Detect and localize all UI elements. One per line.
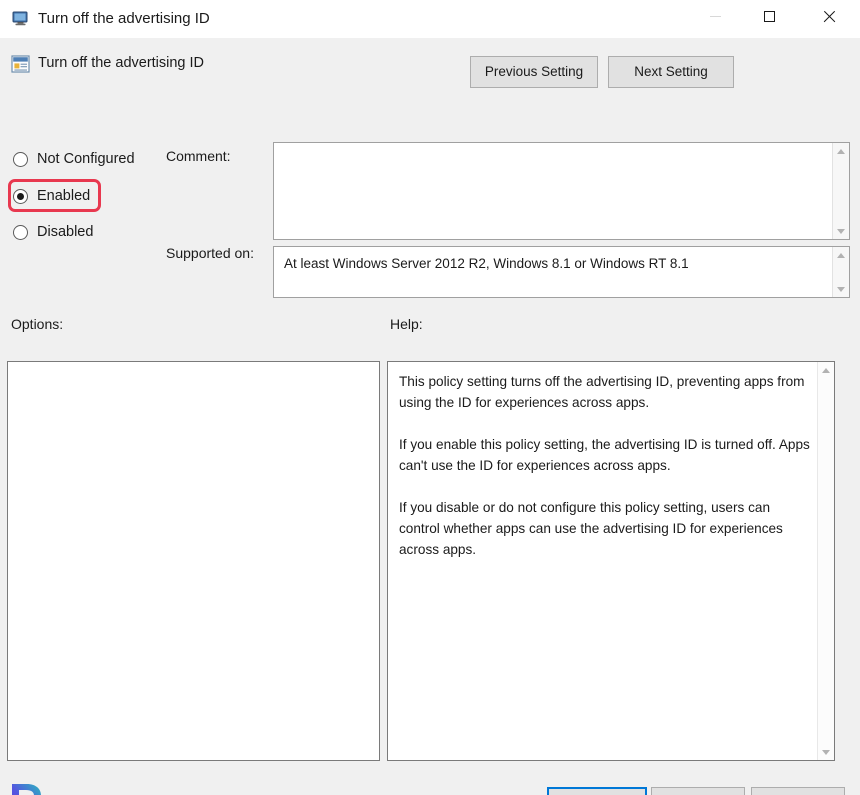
- scroll-up-icon[interactable]: [833, 143, 849, 159]
- supported-on-scrollbar[interactable]: [832, 247, 849, 297]
- title-bar: Turn off the advertising ID: [0, 0, 860, 38]
- comment-input[interactable]: [273, 142, 850, 240]
- maximize-icon: [763, 10, 775, 22]
- window-title: Turn off the advertising ID: [38, 10, 210, 27]
- scroll-down-icon[interactable]: [833, 281, 849, 297]
- help-scrollbar[interactable]: [817, 362, 834, 760]
- previous-setting-button[interactable]: Previous Setting: [470, 56, 598, 88]
- maximize-button[interactable]: [746, 0, 792, 32]
- options-panel[interactable]: [7, 361, 380, 761]
- options-label: Options:: [11, 316, 64, 332]
- scroll-down-icon[interactable]: [833, 223, 849, 239]
- help-paragraph: This policy setting turns off the advert…: [399, 374, 805, 410]
- radio-label-enabled: Enabled: [37, 188, 91, 204]
- supported-on-field[interactable]: At least Windows Server 2012 R2, Windows…: [273, 246, 850, 298]
- help-paragraph: If you enable this policy setting, the a…: [399, 437, 810, 473]
- dialog-content: Turn off the advertising ID Previous Set…: [0, 38, 860, 795]
- watermark-logo: [7, 780, 47, 795]
- monitor-icon: [12, 10, 29, 27]
- next-setting-button[interactable]: Next Setting: [608, 56, 734, 88]
- apply-button[interactable]: Apply: [751, 787, 845, 795]
- ok-button[interactable]: OK: [547, 787, 647, 795]
- comment-label: Comment:: [166, 148, 231, 164]
- scroll-up-icon[interactable]: [833, 247, 849, 263]
- minimize-button[interactable]: [692, 0, 738, 32]
- close-button[interactable]: [805, 0, 851, 32]
- comment-scrollbar[interactable]: [832, 143, 849, 239]
- group-policy-setting-dialog: Turn off the advertising ID Turn off the…: [0, 0, 860, 795]
- radio-not-configured[interactable]: Not Configured: [13, 148, 135, 170]
- supported-on-value: At least Windows Server 2012 R2, Windows…: [284, 256, 689, 271]
- policy-title: Turn off the advertising ID: [38, 55, 205, 71]
- radio-circle-selected-icon: [13, 188, 28, 204]
- scroll-down-icon[interactable]: [818, 744, 834, 760]
- minimize-icon: [709, 15, 721, 17]
- supported-on-label: Supported on:: [166, 245, 254, 261]
- radio-label-disabled: Disabled: [37, 224, 94, 240]
- radio-label-not-configured: Not Configured: [37, 151, 135, 167]
- policy-setting-icon: [11, 55, 31, 74]
- help-content: This policy setting turns off the advert…: [399, 371, 812, 560]
- radio-circle-icon: [13, 151, 28, 167]
- radio-enabled[interactable]: Enabled: [13, 185, 90, 207]
- scroll-up-icon[interactable]: [818, 362, 834, 378]
- help-panel[interactable]: This policy setting turns off the advert…: [387, 361, 835, 761]
- cancel-button[interactable]: Cancel: [651, 787, 745, 795]
- radio-circle-icon: [13, 224, 28, 240]
- help-paragraph: If you disable or do not configure this …: [399, 500, 783, 557]
- close-icon: [822, 10, 835, 23]
- radio-disabled[interactable]: Disabled: [13, 221, 93, 243]
- help-label: Help:: [390, 316, 423, 332]
